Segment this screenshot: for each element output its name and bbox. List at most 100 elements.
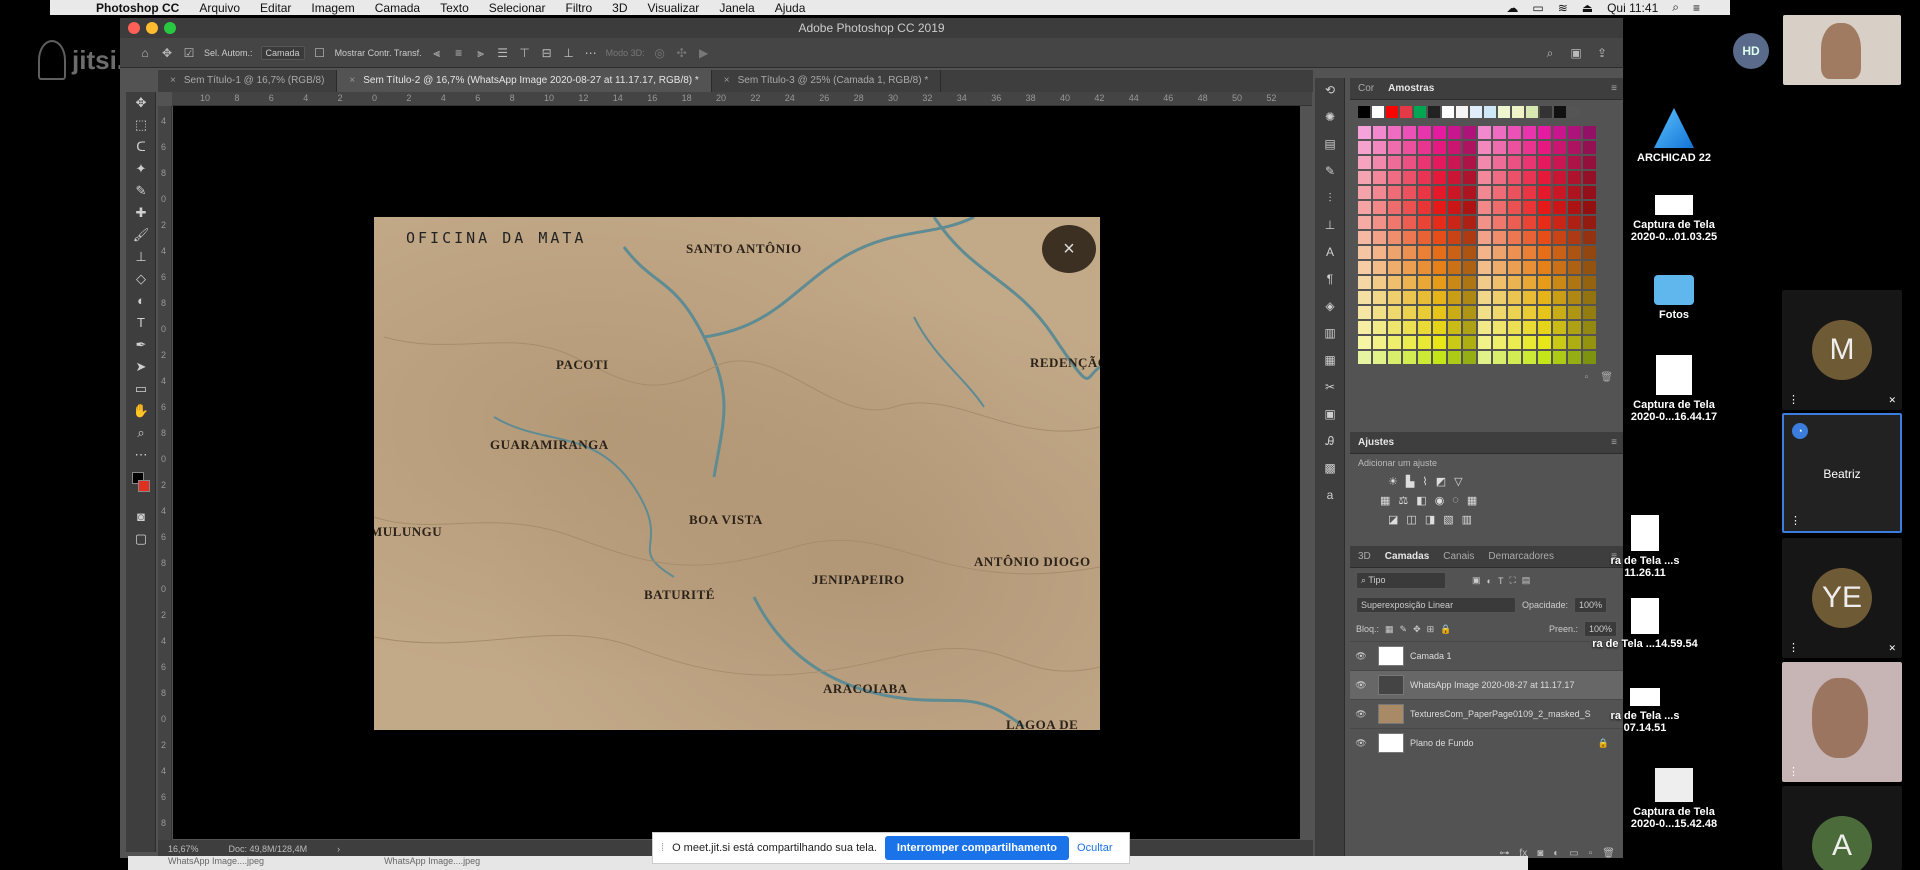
color-swatch[interactable] xyxy=(1433,261,1446,274)
menu-imagem[interactable]: Imagem xyxy=(301,1,364,15)
character-icon[interactable]: A xyxy=(1315,240,1345,264)
color-swatch[interactable] xyxy=(1538,141,1551,154)
lasso-tool-icon[interactable]: ᑕ xyxy=(126,136,156,158)
align-top-icon[interactable]: ⊤ xyxy=(518,46,532,60)
layer-row[interactable]: 👁 Plano de Fundo 🔒 xyxy=(1350,728,1623,757)
color-swatch[interactable] xyxy=(1403,186,1416,199)
color-swatch[interactable] xyxy=(1538,186,1551,199)
color-swatch[interactable] xyxy=(1433,186,1446,199)
color-swatch[interactable] xyxy=(1478,306,1491,319)
drag-handle-icon[interactable]: ⁞ xyxy=(661,842,664,854)
color-swatch[interactable] xyxy=(1553,231,1566,244)
layer-row[interactable]: 👁 TexturesCom_PaperPage0109_2_masked_S xyxy=(1350,699,1623,728)
desktop-icon-fotos[interactable]: Fotos xyxy=(1619,275,1729,321)
desktop-icon-screenshot[interactable]: ra de Tela ...s 11.26.11 xyxy=(1590,515,1700,579)
color-swatch[interactable] xyxy=(1508,321,1521,334)
color-swatch[interactable] xyxy=(1523,261,1536,274)
menu-app-name[interactable]: Photoshop CC xyxy=(86,1,189,15)
menu-visualizar[interactable]: Visualizar xyxy=(638,1,710,15)
color-swatch[interactable] xyxy=(1583,126,1596,139)
color-swatch[interactable] xyxy=(1568,186,1581,199)
color-swatch[interactable] xyxy=(1403,321,1416,334)
color-swatch[interactable] xyxy=(1478,231,1491,244)
color-swatch[interactable] xyxy=(1418,261,1431,274)
color-swatch[interactable] xyxy=(1418,156,1431,169)
video-tile-self[interactable] xyxy=(1783,15,1901,85)
history-icon[interactable]: ⟲ xyxy=(1315,78,1345,102)
color-swatch[interactable] xyxy=(1448,351,1461,364)
more-tools-icon[interactable]: ⋯ xyxy=(126,444,156,466)
adjust-brightness-icon[interactable]: ✺ xyxy=(1315,105,1345,129)
color-swatch[interactable] xyxy=(1538,171,1551,184)
color-swatch[interactable] xyxy=(1568,246,1581,259)
color-swatch[interactable] xyxy=(1433,351,1446,364)
tab-doc-2[interactable]: × Sem Título-2 @ 16,7% (WhatsApp Image 20… xyxy=(337,70,712,92)
color-swatch[interactable] xyxy=(1523,201,1536,214)
color-swatch[interactable] xyxy=(1553,261,1566,274)
color-swatch[interactable] xyxy=(1540,106,1552,118)
color-swatch[interactable] xyxy=(1358,246,1371,259)
color-swatch[interactable] xyxy=(1358,231,1371,244)
color-swatch[interactable] xyxy=(1583,261,1596,274)
map-image[interactable]: OFICINA DA MATA × SANTO ANTÔNIO PACOTI R… xyxy=(374,217,1100,730)
color-swatch[interactable] xyxy=(1373,216,1386,229)
selective-color-icon[interactable]: ▧ xyxy=(1443,513,1453,526)
layer-name[interactable]: TexturesCom_PaperPage0109_2_masked_S xyxy=(1410,709,1591,719)
color-swatch-icon[interactable] xyxy=(126,466,156,506)
levels-icon[interactable]: ▙ xyxy=(1406,475,1414,488)
color-swatch[interactable] xyxy=(1568,276,1581,289)
color-swatch[interactable] xyxy=(1478,186,1491,199)
color-swatch[interactable] xyxy=(1583,171,1596,184)
color-swatch[interactable] xyxy=(1433,336,1446,349)
color-swatch[interactable] xyxy=(1433,156,1446,169)
video-tile-camera[interactable]: ⋮ xyxy=(1782,662,1902,782)
color-swatch[interactable] xyxy=(1493,351,1506,364)
desktop-icon-screenshot[interactable]: ra de Tela ...s 07.14.51 xyxy=(1590,688,1700,734)
pan-3d-icon[interactable]: ✣ xyxy=(675,46,689,60)
visibility-eye-icon[interactable]: 👁 xyxy=(1350,651,1372,662)
paragraph-icon[interactable]: ¶ xyxy=(1315,267,1345,291)
color-swatch[interactable] xyxy=(1403,201,1416,214)
color-swatch[interactable] xyxy=(1433,141,1446,154)
canvas-area[interactable]: OFICINA DA MATA × SANTO ANTÔNIO PACOTI R… xyxy=(172,106,1312,846)
color-swatch[interactable] xyxy=(1373,246,1386,259)
color-swatch[interactable] xyxy=(1493,291,1506,304)
layer-name[interactable]: WhatsApp Image 2020-08-27 at 11.17.17 xyxy=(1410,680,1574,690)
color-swatch[interactable] xyxy=(1523,126,1536,139)
color-swatch[interactable] xyxy=(1373,126,1386,139)
color-swatch[interactable] xyxy=(1433,216,1446,229)
color-swatch[interactable] xyxy=(1508,351,1521,364)
color-swatch[interactable] xyxy=(1508,216,1521,229)
color-swatch[interactable] xyxy=(1463,261,1476,274)
color-swatch[interactable] xyxy=(1388,336,1401,349)
color-swatch[interactable] xyxy=(1553,216,1566,229)
color-swatch[interactable] xyxy=(1553,336,1566,349)
color-swatch[interactable] xyxy=(1583,351,1596,364)
color-swatch[interactable] xyxy=(1373,186,1386,199)
color-swatch[interactable] xyxy=(1373,141,1386,154)
menu-arquivo[interactable]: Arquivo xyxy=(189,1,250,15)
color-swatch[interactable] xyxy=(1512,106,1524,118)
color-swatch[interactable] xyxy=(1358,306,1371,319)
color-swatch[interactable] xyxy=(1418,246,1431,259)
color-swatch[interactable] xyxy=(1463,276,1476,289)
color-swatch[interactable] xyxy=(1403,306,1416,319)
timeline-icon[interactable]: ▩ xyxy=(1315,456,1345,480)
color-swatch[interactable] xyxy=(1478,276,1491,289)
color-swatch[interactable] xyxy=(1538,306,1551,319)
minimize-window-button[interactable] xyxy=(146,22,158,34)
color-swatch[interactable] xyxy=(1448,171,1461,184)
color-swatch[interactable] xyxy=(1493,201,1506,214)
color-swatch[interactable] xyxy=(1358,171,1371,184)
color-swatch[interactable] xyxy=(1508,186,1521,199)
layer-name[interactable]: Plano de Fundo xyxy=(1410,738,1474,748)
desktop-icon-screenshot[interactable]: ra de Tela ...14.59.54 xyxy=(1590,598,1700,650)
color-swatch[interactable] xyxy=(1373,276,1386,289)
menu-clock[interactable]: Qui 11:41 xyxy=(1607,1,1658,15)
healing-brush-icon[interactable]: ✚ xyxy=(126,202,156,224)
color-swatch[interactable] xyxy=(1448,126,1461,139)
threshold-icon[interactable]: ◨ xyxy=(1425,513,1435,526)
menu-editar[interactable]: Editar xyxy=(250,1,301,15)
color-swatch[interactable] xyxy=(1373,336,1386,349)
color-swatch[interactable] xyxy=(1463,336,1476,349)
